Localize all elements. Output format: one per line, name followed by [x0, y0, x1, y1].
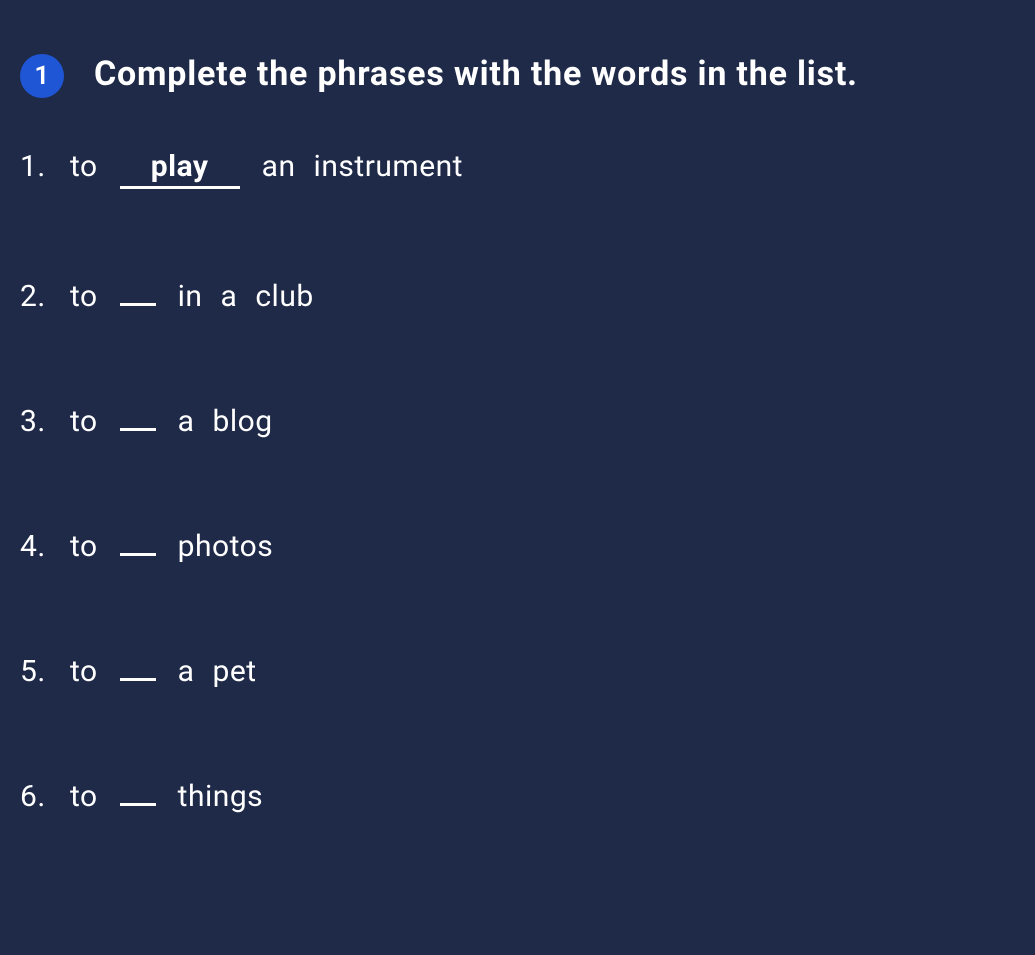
fill-blank[interactable] — [120, 301, 156, 306]
item-number: 1. — [20, 149, 70, 184]
item-words: to ablog — [70, 404, 273, 439]
item-word: to — [70, 529, 98, 564]
fill-blank[interactable] — [120, 801, 156, 806]
fill-blank[interactable] — [120, 426, 156, 431]
item-number: 6. — [20, 779, 70, 814]
exercise-item: 6.to things — [20, 779, 1015, 814]
item-word: an — [262, 149, 296, 184]
item-number: 3. — [20, 404, 70, 439]
item-word: to — [70, 404, 98, 439]
item-word: photos — [178, 529, 274, 564]
item-word: to — [70, 779, 98, 814]
exercise-item: 1.toplayan instrument — [20, 149, 1015, 189]
item-words: toplayan instrument — [70, 149, 463, 189]
fill-blank[interactable]: play — [120, 149, 240, 189]
item-word: pet — [212, 654, 256, 689]
item-number: 2. — [20, 279, 70, 314]
item-word: to — [70, 654, 98, 689]
exercise-instruction: Complete the phrases with the words in t… — [94, 50, 858, 99]
item-word: things — [178, 779, 264, 814]
item-word: to — [70, 279, 98, 314]
item-word: to — [70, 149, 98, 184]
item-words: to inaclub — [70, 279, 314, 314]
item-words: to photos — [70, 529, 273, 564]
item-word: blog — [212, 404, 272, 439]
exercise-number: 1 — [34, 61, 49, 91]
item-word: a — [178, 404, 195, 439]
item-words: to things — [70, 779, 263, 814]
item-word: club — [255, 279, 313, 314]
item-word: a — [178, 654, 195, 689]
item-words: to apet — [70, 654, 257, 689]
item-number: 4. — [20, 529, 70, 564]
fill-blank[interactable] — [120, 551, 156, 556]
exercise-header: 1 Complete the phrases with the words in… — [20, 50, 1015, 99]
items-list: 1.toplayaninstrument2.toinaclub3.toablog… — [20, 149, 1015, 814]
item-word: instrument — [314, 149, 463, 184]
fill-blank[interactable] — [120, 676, 156, 681]
exercise-item: 4.to photos — [20, 529, 1015, 564]
exercise-item: 5.to apet — [20, 654, 1015, 689]
item-word: a — [221, 279, 238, 314]
item-word: in — [178, 279, 203, 314]
item-number: 5. — [20, 654, 70, 689]
exercise-item: 3.to ablog — [20, 404, 1015, 439]
exercise-item: 2.to inaclub — [20, 279, 1015, 314]
exercise-number-badge: 1 — [20, 54, 64, 98]
